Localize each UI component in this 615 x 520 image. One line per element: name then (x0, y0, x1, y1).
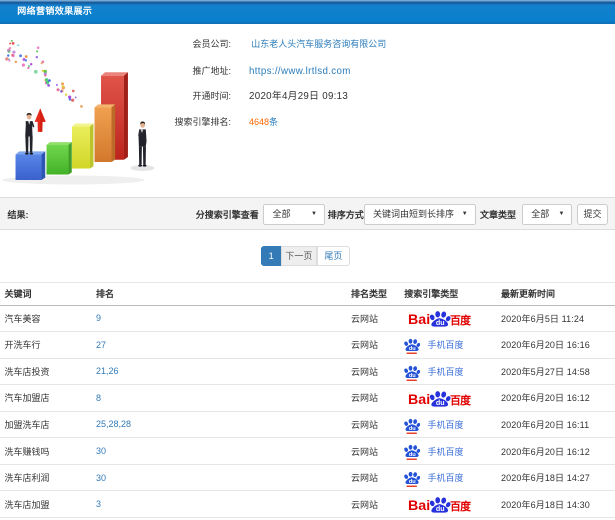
svg-text:du: du (436, 319, 445, 327)
svg-text:du: du (436, 399, 445, 407)
svg-text:du: du (436, 505, 445, 513)
svg-text:Bai: Bai (408, 312, 430, 327)
svg-text:du: du (409, 452, 416, 458)
svg-text:Bai: Bai (408, 392, 430, 407)
svg-text:百度: 百度 (450, 393, 471, 407)
svg-text:百度: 百度 (450, 313, 471, 327)
svg-text:du: du (409, 426, 416, 432)
svg-text:Bai: Bai (408, 498, 430, 513)
svg-text:百度: 百度 (450, 499, 471, 513)
svg-text:du: du (409, 479, 416, 485)
svg-text:du: du (409, 346, 416, 352)
svg-text:du: du (409, 373, 416, 379)
